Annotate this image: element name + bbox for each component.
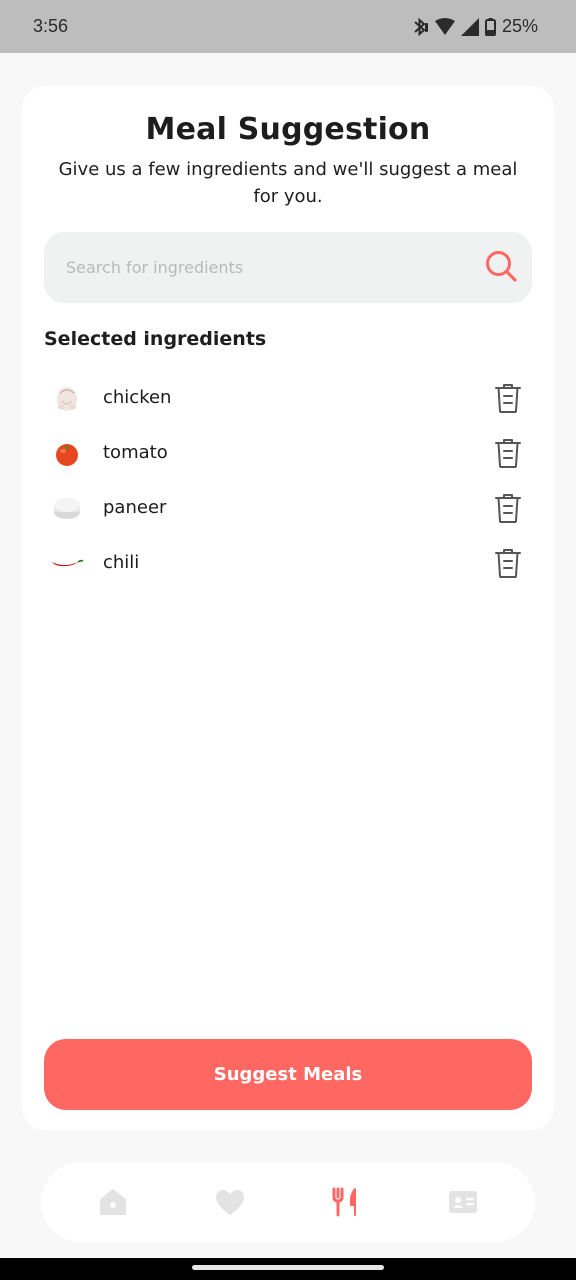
delete-tomato-button[interactable] — [488, 433, 528, 473]
nav-meal-suggestion[interactable] — [316, 1172, 376, 1232]
ingredient-row-chili: chili — [44, 535, 532, 590]
ingredient-search-input[interactable] — [66, 258, 446, 277]
ingredient-name: chicken — [103, 387, 172, 408]
delete-paneer-button[interactable] — [488, 488, 528, 528]
bluetooth-icon — [411, 17, 429, 37]
delete-chili-button[interactable] — [488, 543, 528, 583]
paneer-image — [48, 489, 86, 527]
wifi-icon — [434, 17, 455, 36]
page-subtitle: Give us a few ingredients and we'll sugg… — [58, 159, 518, 207]
ingredient-row-chicken: chicken — [44, 370, 532, 425]
status-time: 3:56 — [33, 16, 69, 36]
signal-icon — [460, 17, 479, 36]
selected-ingredients-heading: Selected ingredients — [44, 328, 267, 350]
home-indicator[interactable] — [192, 1265, 384, 1270]
chili-image — [48, 544, 86, 582]
status-icons: 25% — [411, 16, 538, 37]
ingredient-name: paneer — [103, 497, 167, 518]
ingredient-name: tomato — [103, 442, 168, 463]
trash-icon — [495, 383, 521, 413]
delete-chicken-button[interactable] — [488, 378, 528, 418]
battery-icon — [484, 17, 496, 36]
ingredient-search-bar — [44, 232, 532, 303]
chicken-image — [48, 379, 86, 417]
nav-favorites[interactable] — [200, 1172, 260, 1232]
trash-icon — [495, 548, 521, 578]
meal-suggestion-card: Meal Suggestion Give us a few ingredient… — [22, 86, 554, 1130]
search-icon[interactable] — [484, 249, 518, 287]
bottom-navigation — [41, 1162, 535, 1242]
page-title: Meal Suggestion — [145, 112, 431, 147]
nav-home[interactable] — [83, 1172, 143, 1232]
ingredient-row-tomato: tomato — [44, 425, 532, 480]
heart-icon — [215, 1189, 244, 1215]
nav-profile[interactable] — [433, 1172, 493, 1232]
tomato-image — [48, 434, 86, 472]
status-bar: 3:56 25% — [0, 0, 576, 53]
battery-percent: 25% — [501, 16, 538, 36]
id-card-icon — [448, 1191, 477, 1213]
trash-icon — [495, 438, 521, 468]
selected-ingredients-list: chicken tomato paneer chili — [44, 370, 532, 590]
ingredient-name: chili — [103, 552, 140, 573]
ingredient-row-paneer: paneer — [44, 480, 532, 535]
fork-knife-icon — [332, 1187, 357, 1217]
trash-icon — [495, 493, 521, 523]
suggest-meals-button[interactable]: Suggest Meals — [44, 1039, 532, 1110]
home-icon — [100, 1189, 127, 1215]
